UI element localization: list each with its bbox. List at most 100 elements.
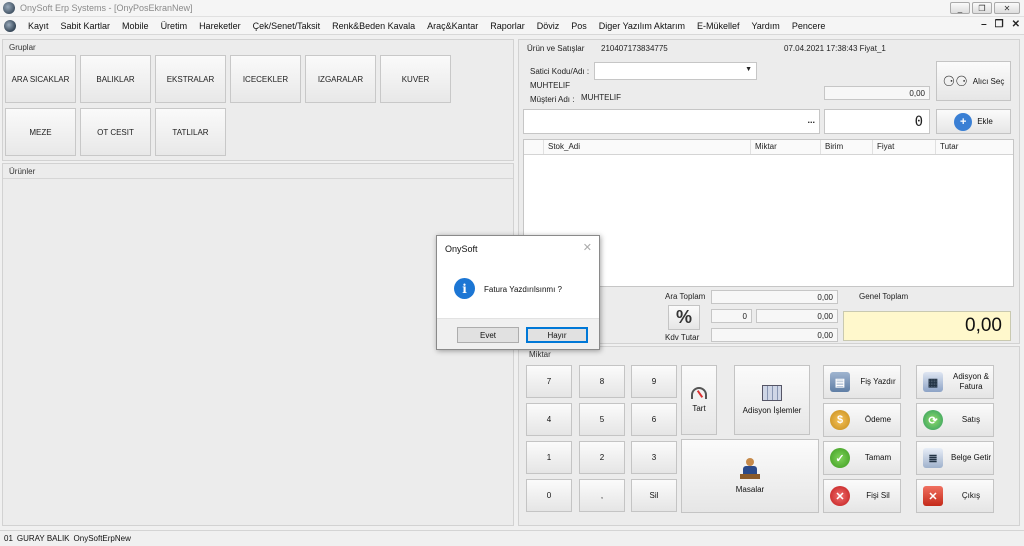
key-6[interactable]: 6 xyxy=(631,403,677,436)
scale-button[interactable]: Tart xyxy=(681,365,717,435)
key-0[interactable]: 0 xyxy=(526,479,572,512)
complete-button[interactable]: ✓ Tamam xyxy=(823,441,901,475)
window-controls: _ ❐ ✕ xyxy=(950,2,1020,14)
mdi-close-button[interactable]: ✕ xyxy=(1012,19,1020,30)
vat-label: Kdv Tutar xyxy=(665,333,700,342)
select-buyer-label: Alıcı Seç xyxy=(972,76,1005,86)
mdi-restore-button[interactable]: ❐ xyxy=(995,19,1004,30)
seller-select[interactable]: ▼ xyxy=(594,62,757,80)
payment-button[interactable]: $ Ödeme xyxy=(823,403,901,437)
grand-total-label: Genel Toplam xyxy=(859,292,909,301)
group-button[interactable]: OT CESIT xyxy=(80,108,151,156)
table-operations-button[interactable]: Adisyon İşlemler xyxy=(734,365,810,435)
minimize-button[interactable]: _ xyxy=(950,2,970,14)
print-receipt-label: Fiş Yazdır xyxy=(860,377,896,386)
column-fiyat[interactable]: Fiyat xyxy=(873,140,936,154)
mdi-minimize-button[interactable]: – xyxy=(981,19,987,30)
datetime-price-list: 07.04.2021 17:38:43 Fiyat_1 xyxy=(784,44,886,53)
menu-uretim[interactable]: Üretim xyxy=(155,21,194,31)
barcode-input[interactable]: ... xyxy=(523,109,820,134)
status-bar: 01 GURAY BALIK OnySoftErpNew xyxy=(0,530,1024,546)
customer-label: Müşteri Adı : xyxy=(530,95,575,104)
bill-invoice-button[interactable]: ▦ Adisyon & Fatura xyxy=(916,365,994,399)
keypad-caption: Miktar xyxy=(529,350,551,359)
add-button[interactable]: + Ekle xyxy=(936,109,1011,134)
groups-panel: Gruplar ARA SICAKLAR BALIKLAR EKSTRALAR … xyxy=(2,39,514,161)
menu-arac-kantar[interactable]: Araç&Kantar xyxy=(421,21,484,31)
status-user: GURAY BALIK xyxy=(16,534,70,543)
key-4[interactable]: 4 xyxy=(526,403,572,436)
group-button[interactable]: IZGARALAR xyxy=(305,55,376,103)
printer-icon: ▤ xyxy=(830,372,850,392)
grand-total-display: 0,00 xyxy=(843,311,1011,341)
menu-raporlar[interactable]: Raporlar xyxy=(484,21,531,31)
menu-doviz[interactable]: Döviz xyxy=(531,21,566,31)
discount-percent-button[interactable]: % xyxy=(668,305,700,330)
dialog-close-icon[interactable]: ✕ xyxy=(583,241,592,254)
menu-mobile[interactable]: Mobile xyxy=(116,21,155,31)
menu-cek-senet[interactable]: Çek/Senet/Taksit xyxy=(247,21,327,31)
restore-button[interactable]: ❐ xyxy=(972,2,992,14)
subtotal-label: Ara Toplam xyxy=(665,292,706,301)
dialog-title: OnySoft xyxy=(445,244,478,254)
menu-yardim[interactable]: Yardım xyxy=(745,21,785,31)
discount-percent-field[interactable]: 0 xyxy=(711,309,752,323)
group-button[interactable]: ARA SICAKLAR xyxy=(5,55,76,103)
group-button[interactable]: KUVER xyxy=(380,55,451,103)
key-delete[interactable]: Sil xyxy=(631,479,677,512)
column-miktar[interactable]: Miktar xyxy=(751,140,821,154)
menu-renk-beden[interactable]: Renk&Beden Kavala xyxy=(326,21,421,31)
dialog-footer: Evet Hayır xyxy=(437,318,599,349)
groups-caption: Gruplar xyxy=(9,43,36,52)
fetch-document-button[interactable]: ≣ Belge Getir xyxy=(916,441,994,475)
key-7[interactable]: 7 xyxy=(526,365,572,398)
no-button[interactable]: Hayır xyxy=(526,327,588,343)
group-button[interactable]: MEZE xyxy=(5,108,76,156)
key-8[interactable]: 8 xyxy=(579,365,625,398)
key-comma[interactable]: , xyxy=(579,479,625,512)
select-buyer-button[interactable]: ⚆⚆ Alıcı Seç xyxy=(936,61,1011,101)
close-button[interactable]: ✕ xyxy=(994,2,1020,14)
group-button[interactable]: EKSTRALAR xyxy=(155,55,226,103)
menu-pos[interactable]: Pos xyxy=(565,21,593,31)
menu-kayit[interactable]: Kayıt xyxy=(22,21,55,31)
key-3[interactable]: 3 xyxy=(631,441,677,474)
chevron-down-icon: ▼ xyxy=(745,66,752,73)
tables-button[interactable]: Masalar xyxy=(681,439,819,513)
yes-button[interactable]: Evet xyxy=(457,327,519,343)
group-button[interactable]: ICECEKLER xyxy=(230,55,301,103)
menu-diger-yazilim[interactable]: Diger Yazılım Aktarım xyxy=(593,21,691,31)
menu-pencere[interactable]: Pencere xyxy=(786,21,832,31)
add-label: Ekle xyxy=(977,117,993,126)
column-tutar[interactable]: Tutar xyxy=(936,140,1013,154)
app-menu-icon[interactable] xyxy=(4,19,16,32)
menu-hareketler[interactable]: Hareketler xyxy=(193,21,247,31)
plus-icon: + xyxy=(954,112,973,131)
group-button[interactable]: BALIKLAR xyxy=(80,55,151,103)
key-1[interactable]: 1 xyxy=(526,441,572,474)
binoculars-icon: ⚆⚆ xyxy=(942,72,968,89)
grid-indicator-column xyxy=(524,140,544,154)
sale-button[interactable]: ⟳ Satış xyxy=(916,403,994,437)
status-app: OnySoftErpNew xyxy=(73,534,131,543)
discount-amount-field[interactable]: 0,00 xyxy=(756,309,838,323)
vat-field: 0,00 xyxy=(711,328,838,342)
exit-button[interactable]: ✕ Çıkış xyxy=(916,479,994,513)
ellipsis-button[interactable]: ... xyxy=(807,115,815,125)
bill-invoice-label: Adisyon & Fatura xyxy=(952,372,990,391)
key-9[interactable]: 9 xyxy=(631,365,677,398)
quantity-input[interactable]: 0 xyxy=(824,109,930,134)
column-birim[interactable]: Birim xyxy=(821,140,873,154)
refresh-icon: ⟳ xyxy=(923,410,943,430)
menu-sabit-kartlar[interactable]: Sabit Kartlar xyxy=(55,21,117,31)
column-stok-adi[interactable]: Stok_Adi xyxy=(544,140,751,154)
sale-label: Satış xyxy=(961,415,981,424)
delete-receipt-button[interactable]: ✕ Fişi Sil xyxy=(823,479,901,513)
menu-e-mukellef[interactable]: E-Mükellef xyxy=(691,21,746,31)
print-receipt-button[interactable]: ▤ Fiş Yazdır xyxy=(823,365,901,399)
group-button[interactable]: TATLILAR xyxy=(155,108,226,156)
info-icon: i xyxy=(454,278,475,299)
key-5[interactable]: 5 xyxy=(579,403,625,436)
print-invoice-dialog: OnySoft ✕ i Fatura Yazdırılsınmı ? Evet … xyxy=(436,235,600,350)
key-2[interactable]: 2 xyxy=(579,441,625,474)
